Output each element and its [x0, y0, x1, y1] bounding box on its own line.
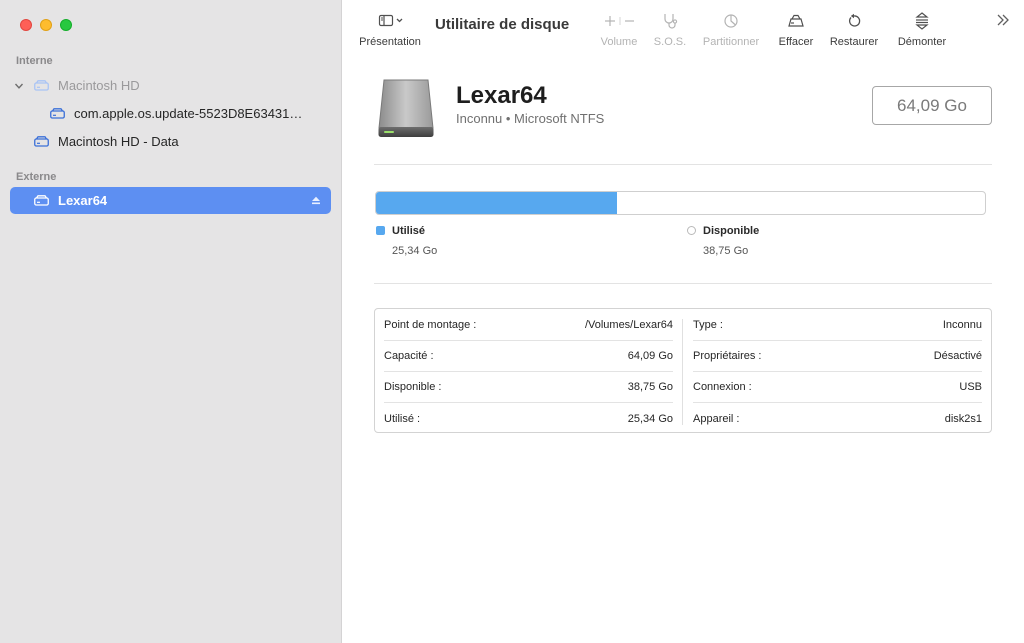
info-column-right: Type : Inconnu Propriétaires : Désactivé… [684, 309, 993, 432]
info-value: disk2s1 [944, 412, 982, 425]
sidebar-item-label: com.apple.os.update-5523D8E63431… [74, 106, 303, 121]
sidebar-toggle-icon [378, 14, 403, 27]
info-label: Utilisé : [384, 412, 421, 425]
sidebar: Interne Macintosh HD com.apple.os.update… [0, 0, 342, 643]
sidebar-item-label: Lexar64 [58, 193, 108, 208]
window-controls [20, 19, 72, 31]
volume-subtitle: Inconnu • Microsoft NTFS [456, 111, 605, 126]
sidebar-section-external: Externe [16, 171, 57, 183]
external-drive-icon [378, 79, 434, 137]
add-remove-volume-icon [605, 16, 634, 26]
info-row-available: Disponible : 38,75 Go [384, 372, 673, 403]
presentation-label: Présentation [359, 36, 421, 48]
info-label: Point de montage : [384, 319, 477, 331]
zoom-window-button[interactable] [60, 19, 72, 31]
unmount-button[interactable]: Démonter [892, 10, 952, 48]
info-label: Disponible : [384, 381, 442, 393]
sidebar-item-macintosh-hd-data[interactable]: Macintosh HD - Data [10, 128, 331, 155]
sidebar-item-lexar64[interactable]: Lexar64 [10, 187, 331, 214]
info-value: 25,34 Go [627, 412, 673, 425]
info-row-used: Utilisé : 25,34 Go [384, 403, 673, 434]
divider [374, 283, 992, 284]
double-chevron-right-icon [997, 14, 1009, 26]
partition-button[interactable]: Partitionner [698, 10, 764, 48]
volume-disk-icon [34, 136, 49, 147]
info-row-owners: Propriétaires : Désactivé [693, 341, 982, 372]
info-column-left: Point de montage : /Volumes/Lexar64 Capa… [375, 309, 684, 432]
info-row-mount-point: Point de montage : /Volumes/Lexar64 [384, 310, 673, 341]
info-label: Appareil : [693, 412, 740, 425]
info-label: Type : [693, 319, 723, 331]
volume-name: Lexar64 [456, 82, 547, 109]
info-value: 64,09 Go [627, 350, 673, 362]
internal-disk-icon [34, 80, 49, 91]
erase-button[interactable]: Effacer [774, 10, 818, 48]
info-row-connection: Connexion : USB [693, 372, 982, 403]
restore-button[interactable]: Restaurer [826, 10, 882, 48]
sidebar-section-internal: Interne [16, 55, 53, 67]
app-title: Utilitaire de disque [435, 16, 570, 33]
toolbar: Présentation Utilitaire de disque Volume… [342, 0, 1024, 60]
free-swatch [687, 226, 696, 235]
info-label: Capacité : [384, 350, 434, 362]
column-divider [682, 319, 683, 425]
pie-partition-icon [724, 14, 738, 28]
info-value: /Volumes/Lexar64 [584, 319, 673, 331]
info-label: Propriétaires : [693, 350, 762, 362]
presentation-button[interactable]: Présentation [356, 10, 424, 48]
info-row-type: Type : Inconnu [693, 310, 982, 341]
eject-icon[interactable] [311, 196, 321, 205]
volume-label: Volume [600, 36, 638, 48]
volume-info-table: Point de montage : /Volumes/Lexar64 Capa… [374, 308, 992, 433]
free-value: 38,75 Go [703, 245, 749, 257]
toolbar-overflow-button[interactable] [996, 13, 1010, 32]
main-content: Lexar64 Inconnu • Microsoft NTFS 64,09 G… [342, 60, 1024, 643]
used-label: Utilisé [392, 225, 426, 237]
sidebar-item-macintosh-hd[interactable]: Macintosh HD [10, 72, 331, 99]
unmount-icon [915, 12, 929, 30]
info-value: USB [959, 381, 982, 393]
partition-label: Partitionner [702, 36, 760, 48]
sidebar-item-label: Macintosh HD [58, 78, 140, 93]
info-label: Connexion : [693, 381, 752, 393]
info-row-capacity: Capacité : 64,09 Go [384, 341, 673, 372]
free-label: Disponible [703, 225, 760, 237]
stethoscope-icon [664, 14, 678, 29]
info-row-device: Appareil : disk2s1 [693, 403, 982, 434]
used-value: 25,34 Go [392, 245, 438, 257]
restore-label: Restaurer [829, 36, 879, 48]
restore-arrow-icon [848, 13, 861, 27]
info-value: Désactivé [933, 350, 982, 362]
eraser-icon [788, 14, 804, 27]
minimize-window-button[interactable] [40, 19, 52, 31]
close-window-button[interactable] [20, 19, 32, 31]
first-aid-label: S.O.S. [653, 36, 687, 48]
volume-disk-icon [50, 108, 65, 119]
usage-bar-used-segment [376, 192, 617, 214]
used-swatch [376, 226, 385, 235]
erase-label: Effacer [778, 36, 814, 48]
volume-button[interactable]: Volume [594, 10, 644, 48]
unmount-label: Démonter [897, 36, 947, 48]
divider [374, 164, 992, 165]
volume-size-badge: 64,09 Go [872, 86, 992, 125]
sidebar-item-update-snapshot[interactable]: com.apple.os.update-5523D8E63431… [10, 100, 331, 127]
sidebar-item-label: Macintosh HD - Data [58, 134, 179, 149]
first-aid-button[interactable]: S.O.S. [650, 10, 690, 48]
info-value: Inconnu [942, 319, 982, 331]
usage-bar [375, 191, 986, 215]
chevron-down-icon[interactable] [14, 81, 24, 91]
external-disk-icon [34, 195, 49, 206]
info-value: 38,75 Go [627, 381, 673, 393]
